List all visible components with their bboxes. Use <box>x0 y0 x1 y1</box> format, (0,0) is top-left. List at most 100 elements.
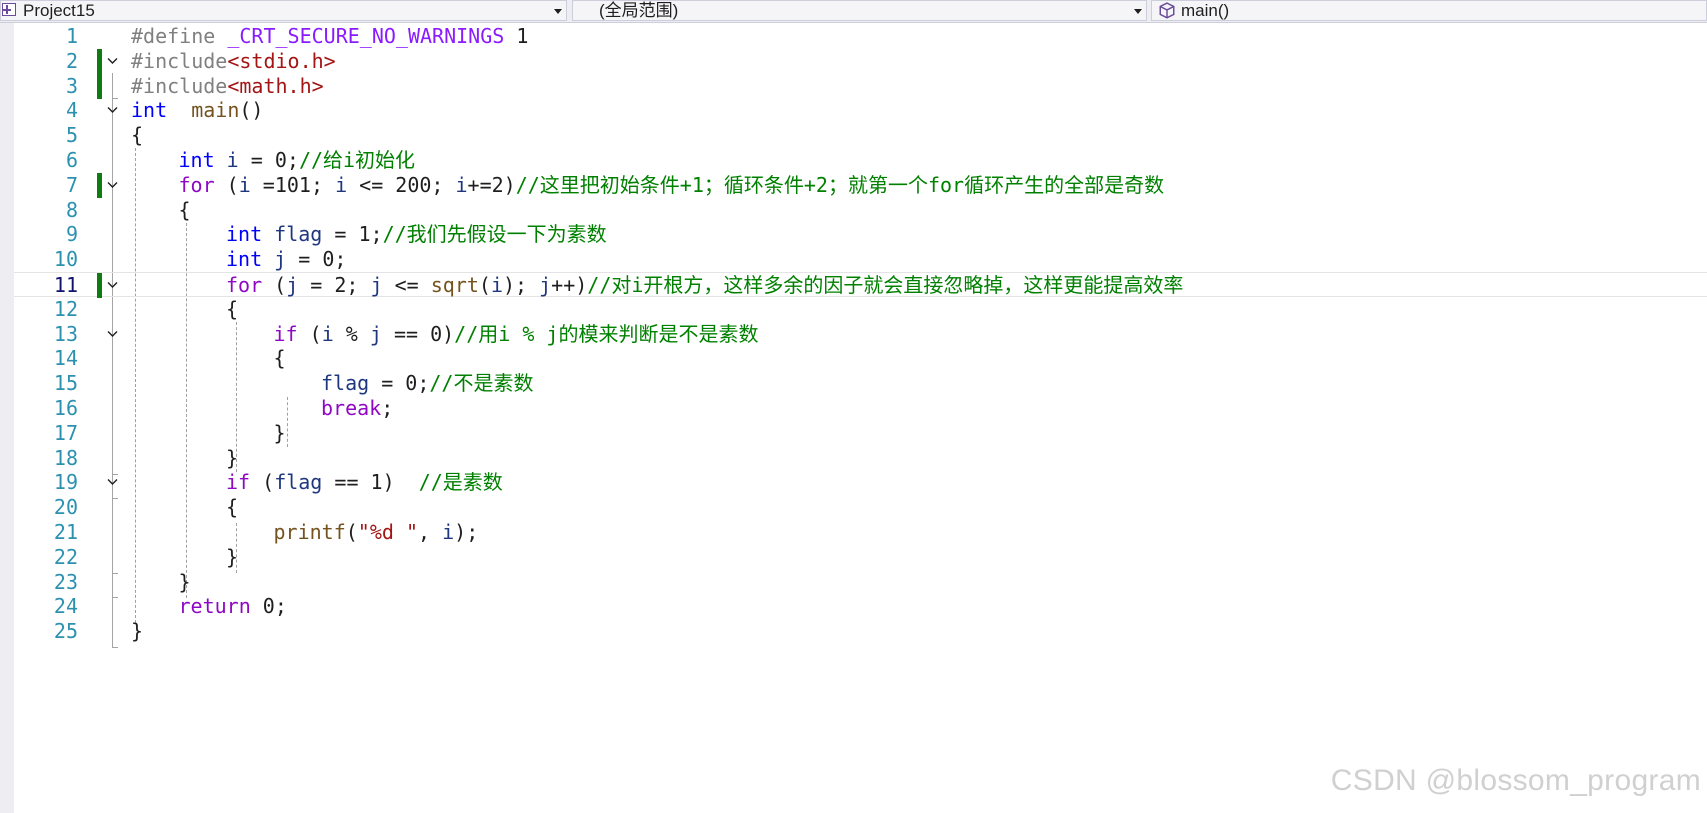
collapse-chevron-icon[interactable] <box>107 57 118 65</box>
code-token: { <box>226 296 239 321</box>
code-token: ); <box>454 520 479 544</box>
code-token: = 1; <box>322 222 383 247</box>
code-line[interactable]: 4 int main() <box>14 98 1707 123</box>
code-editor[interactable]: 1 #define _CRT_SECURE_NO_WARNINGS 1 2 #incl… <box>14 23 1707 813</box>
line-number: 13 <box>53 321 78 346</box>
code-token: if <box>273 321 298 346</box>
code-token: ; <box>381 396 394 420</box>
chevron-down-icon <box>1134 9 1142 14</box>
code-line[interactable]: 10 int j = 0; <box>14 247 1707 272</box>
project-dropdown[interactable]: Project15 <box>0 0 567 21</box>
code-text: { <box>226 297 238 322</box>
collapse-chevron-icon[interactable] <box>107 330 118 338</box>
code-text: return 0; <box>179 594 287 619</box>
code-token: flag <box>321 371 370 396</box>
code-text: { <box>274 346 286 371</box>
code-line[interactable]: 9 int flag = 1;//我们先假设一下为素数 <box>14 222 1707 247</box>
code-line[interactable]: 12 { <box>14 297 1707 322</box>
code-token: i <box>321 321 334 346</box>
code-line[interactable]: 15 flag = 0;//不是素数 <box>14 371 1707 396</box>
collapse-chevron-icon[interactable] <box>107 478 118 486</box>
line-number: 6 <box>65 148 78 172</box>
member-dropdown-label: main() <box>1181 1 1230 20</box>
code-text: } <box>226 446 238 471</box>
code-token: flag <box>274 222 323 247</box>
code-token: "%d " <box>357 520 419 544</box>
code-token: = 0; <box>369 371 430 396</box>
collapse-chevron-icon[interactable] <box>107 181 118 189</box>
code-line[interactable]: 3 #include<math.h> <box>14 73 1707 99</box>
code-line[interactable]: 14 { <box>14 346 1707 371</box>
scope-dropdown-label: (全局范围) <box>599 1 679 20</box>
code-line[interactable]: 17} <box>14 421 1707 446</box>
line-number: 25 <box>53 619 78 644</box>
code-token: <= 200; <box>347 172 456 197</box>
code-token: int <box>131 98 168 123</box>
chevron-down-icon <box>554 9 562 14</box>
code-token: sqrt <box>430 273 479 297</box>
code-line[interactable]: 20 { <box>14 495 1707 520</box>
code-token: main <box>191 98 240 123</box>
code-line[interactable]: 21 printf("%d ", i); <box>14 520 1707 545</box>
code-text: { <box>226 495 238 520</box>
code-token: { <box>273 346 286 371</box>
change-marker <box>97 48 102 74</box>
code-line[interactable]: 7 for (i =101; i <= 200; i+=2)//这里把初始条件+1… <box>14 172 1707 198</box>
code-token: = 0; <box>238 148 299 172</box>
code-line[interactable]: 25} <box>14 619 1707 644</box>
line-number: 14 <box>53 346 78 371</box>
member-dropdown[interactable]: main() <box>1151 0 1707 21</box>
code-line[interactable]: 16 break; <box>14 396 1707 421</box>
line-number: 4 <box>65 98 78 123</box>
code-text: flag = 0;//不是素数 <box>321 371 533 396</box>
code-line[interactable]: 11 for (j = 2; j <= sqrt(i); j++)//对i开根方，… <box>14 272 1707 298</box>
code-token: j <box>369 321 382 346</box>
code-line[interactable]: 24 return 0; <box>14 594 1707 619</box>
code-token: = 2; <box>298 273 371 297</box>
code-token: //给i初始化 <box>298 148 416 172</box>
code-line[interactable]: 23} <box>14 570 1707 595</box>
code-line[interactable]: 6 int i = 0;//给i初始化 <box>14 148 1707 173</box>
change-marker <box>97 273 102 298</box>
code-token: } <box>226 544 239 569</box>
code-line[interactable]: 13 if (i % j == 0)//用i % j的模来判断是不是素数 <box>14 322 1707 347</box>
code-line[interactable]: 8{ <box>14 198 1707 223</box>
code-text: int flag = 1;//我们先假设一下为素数 <box>226 222 607 247</box>
code-token: == 1) <box>322 470 419 495</box>
code-line[interactable]: 18} <box>14 446 1707 471</box>
line-number: 18 <box>53 445 78 470</box>
line-number: 10 <box>53 247 78 272</box>
code-text: #include<stdio.h> <box>131 49 336 74</box>
line-number: 24 <box>53 594 78 619</box>
code-token: //我们先假设一下为素数 <box>382 222 607 247</box>
code-token: { <box>226 495 239 520</box>
line-number: 9 <box>65 222 78 247</box>
code-line[interactable]: 22} <box>14 545 1707 570</box>
code-line[interactable]: 1 #define _CRT_SECURE_NO_WARNINGS 1 <box>14 24 1707 49</box>
code-token: = 0; <box>286 247 347 272</box>
line-number: 3 <box>65 73 78 98</box>
line-number: 7 <box>65 172 78 197</box>
code-token: i <box>442 520 455 544</box>
collapse-chevron-icon[interactable] <box>107 106 118 114</box>
code-line[interactable]: 5{ <box>14 123 1707 148</box>
line-number: 15 <box>53 371 78 396</box>
code-line[interactable]: 2 #include<stdio.h> <box>14 48 1707 74</box>
line-number: 5 <box>65 123 78 148</box>
scope-dropdown[interactable]: (全局范围) <box>572 0 1147 21</box>
code-token: } <box>226 445 239 470</box>
code-text: if (i % j == 0)//用i % j的模来判断是不是素数 <box>274 322 759 347</box>
code-token: <= <box>382 273 431 297</box>
code-text: #define _CRT_SECURE_NO_WARNINGS 1 <box>131 24 528 49</box>
code-text: } <box>179 570 191 595</box>
code-token: i <box>238 172 251 197</box>
line-number: 19 <box>53 470 78 495</box>
line-number: 1 <box>65 24 78 48</box>
code-token: { <box>178 197 191 222</box>
collapse-chevron-icon[interactable] <box>107 281 118 289</box>
line-number: 16 <box>53 396 78 420</box>
code-token: <math.h> <box>227 73 324 98</box>
code-line[interactable]: 19 if (flag == 1) //是素数 <box>14 470 1707 495</box>
